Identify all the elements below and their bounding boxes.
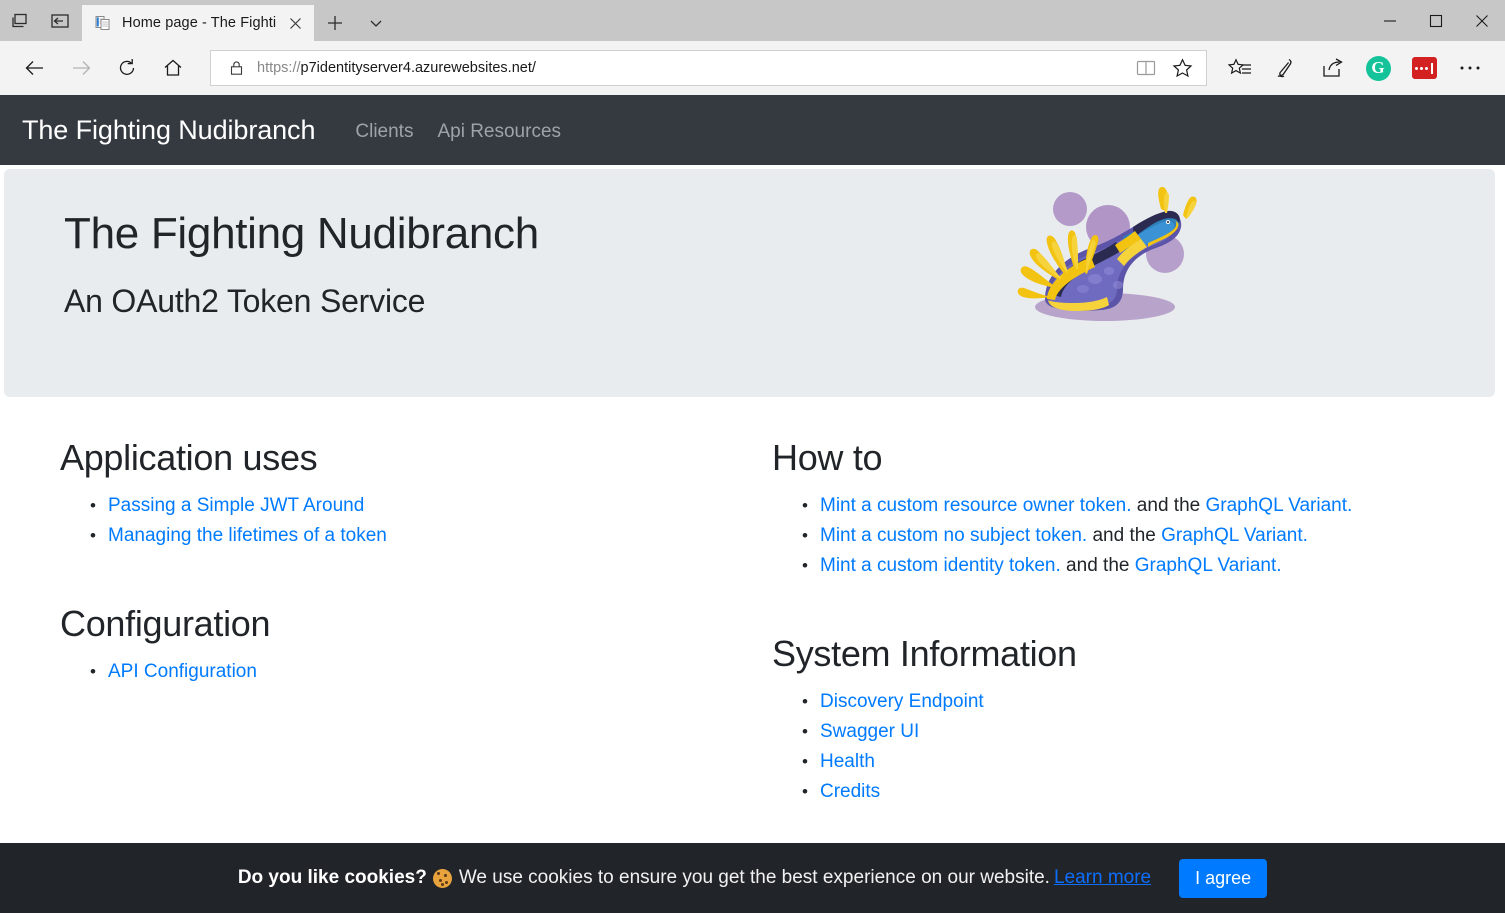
page-subtitle: An OAuth2 Token Service <box>64 283 426 319</box>
list-application-uses: Passing a Simple JWT Around Managing the… <box>60 491 712 551</box>
cookie-consent-banner: Do you like cookies? We use cookies to e… <box>0 843 1505 913</box>
link-graphql-variant-1[interactable]: GraphQL Variant. <box>1205 495 1352 516</box>
new-tab-button[interactable] <box>314 5 355 41</box>
jumbotron: The Fighting Nudibranch An OAuth2 Token … <box>4 169 1495 397</box>
heading-configuration: Configuration <box>60 603 271 644</box>
grammarly-icon[interactable]: G <box>1355 45 1401 91</box>
link-credits[interactable]: Credits <box>820 781 880 802</box>
document-page-icon <box>94 14 112 32</box>
page-title: The Fighting Nudibranch <box>64 209 539 258</box>
list-item: Passing a Simple JWT Around <box>90 491 712 521</box>
share-icon[interactable] <box>1309 45 1355 91</box>
list-item: Managing the lifetimes of a token <box>90 521 712 551</box>
conjunction-text: and the <box>1060 555 1135 576</box>
cookie-learn-more-link[interactable]: Learn more <box>1054 867 1151 889</box>
chevron-down-icon[interactable] <box>355 5 396 41</box>
favorites-list-icon[interactable] <box>1217 45 1263 91</box>
page-viewport: The Fighting Nudibranch Clients Api Reso… <box>0 95 1505 913</box>
right-column: How to Mint a custom resource owner toke… <box>712 437 1424 807</box>
more-ellipsis-icon[interactable] <box>1447 45 1493 91</box>
list-configuration: API Configuration <box>60 657 712 687</box>
link-graphql-variant-2[interactable]: GraphQL Variant. <box>1161 525 1308 546</box>
cookie-bold-text: Do you like cookies? <box>238 867 427 889</box>
window-controls <box>1367 0 1505 41</box>
conjunction-text: and the <box>1131 495 1206 516</box>
site-brand[interactable]: The Fighting Nudibranch <box>22 115 315 146</box>
url-scheme: https:// <box>257 60 301 76</box>
link-mint-resource-owner-token[interactable]: Mint a custom resource owner token. <box>820 495 1132 516</box>
link-health[interactable]: Health <box>820 751 875 772</box>
cookie-message: We use cookies to ensure you get the bes… <box>458 867 1050 888</box>
browser-titlebar: Home page - The Fighti <box>0 0 1505 41</box>
pen-icon[interactable] <box>1263 45 1309 91</box>
tab-close-icon[interactable] <box>284 12 306 34</box>
red-extension-icon[interactable] <box>1401 45 1447 91</box>
refresh-icon[interactable] <box>104 45 150 91</box>
list-how-to: Mint a custom resource owner token. and … <box>772 491 1424 581</box>
set-aside-tabs-icon[interactable] <box>40 0 80 41</box>
list-item: Mint a custom identity token. and the Gr… <box>802 551 1424 581</box>
conjunction-text: and the <box>1087 525 1162 546</box>
site-navbar: The Fighting Nudibranch Clients Api Reso… <box>0 95 1505 165</box>
cookie-emoji <box>432 868 452 888</box>
titlebar-left-buttons <box>0 0 80 41</box>
list-item: Mint a custom resource owner token. and … <box>802 491 1424 521</box>
nav-link-clients[interactable]: Clients <box>343 121 425 143</box>
cookie-heading: Do you like cookies? <box>237 867 427 888</box>
browser-tab[interactable]: Home page - The Fighti <box>82 5 314 41</box>
maximize-icon[interactable] <box>1413 0 1459 41</box>
list-item: Discovery Endpoint <box>802 687 1424 717</box>
list-item: Mint a custom no subject token. and the … <box>802 521 1424 551</box>
nav-link-api-resources[interactable]: Api Resources <box>425 121 573 143</box>
site-nav-links: Clients Api Resources <box>343 117 573 143</box>
link-swagger-ui[interactable]: Swagger UI <box>820 721 919 742</box>
minimize-icon[interactable] <box>1367 0 1413 41</box>
tab-title: Home page - The Fighti <box>122 15 277 31</box>
back-arrow-icon[interactable] <box>12 45 58 91</box>
grammarly-letter: G <box>1365 55 1391 81</box>
list-system-information: Discovery Endpoint Swagger UI Health Cre… <box>772 687 1424 807</box>
heading-how-to: How to <box>772 437 883 478</box>
link-discovery-endpoint[interactable]: Discovery Endpoint <box>820 691 984 712</box>
link-managing-lifetimes[interactable]: Managing the lifetimes of a token <box>108 525 387 546</box>
link-passing-simple-jwt[interactable]: Passing a Simple JWT Around <box>108 495 364 516</box>
lock-icon <box>225 60 247 76</box>
link-mint-identity-token[interactable]: Mint a custom identity token. <box>820 555 1061 576</box>
url-host-path: p7identityserver4.azurewebsites.net/ <box>300 60 536 76</box>
page-content: Application uses Passing a Simple JWT Ar… <box>0 397 1505 807</box>
list-item: Credits <box>802 777 1424 807</box>
left-column: Application uses Passing a Simple JWT Ar… <box>0 437 712 807</box>
url-text: https://p7identityserver4.azurewebsites.… <box>247 60 1128 76</box>
forward-arrow-icon <box>58 45 104 91</box>
red-extension-glyph <box>1411 57 1437 79</box>
list-item: API Configuration <box>90 657 712 687</box>
tab-preview-icon[interactable] <box>0 0 40 41</box>
list-item: Swagger UI <box>802 717 1424 747</box>
heading-system-information: System Information <box>772 633 1077 674</box>
address-bar[interactable]: https://p7identityserver4.azurewebsites.… <box>210 50 1207 86</box>
browser-toolbar: https://p7identityserver4.azurewebsites.… <box>0 41 1505 95</box>
list-item: Health <box>802 747 1424 777</box>
home-icon[interactable] <box>150 45 196 91</box>
cookie-agree-button[interactable]: I agree <box>1179 858 1268 898</box>
browser-window: Home page - The Fighti https://p7identit… <box>0 0 1505 913</box>
link-mint-no-subject-token[interactable]: Mint a custom no subject token. <box>820 525 1087 546</box>
close-icon[interactable] <box>1459 0 1505 41</box>
star-icon[interactable] <box>1164 51 1200 85</box>
reading-view-icon[interactable] <box>1128 51 1164 85</box>
heading-application-uses: Application uses <box>60 437 318 478</box>
link-graphql-variant-3[interactable]: GraphQL Variant. <box>1135 555 1282 576</box>
nudibranch-illustration <box>1005 179 1205 339</box>
link-api-configuration[interactable]: API Configuration <box>108 661 257 682</box>
